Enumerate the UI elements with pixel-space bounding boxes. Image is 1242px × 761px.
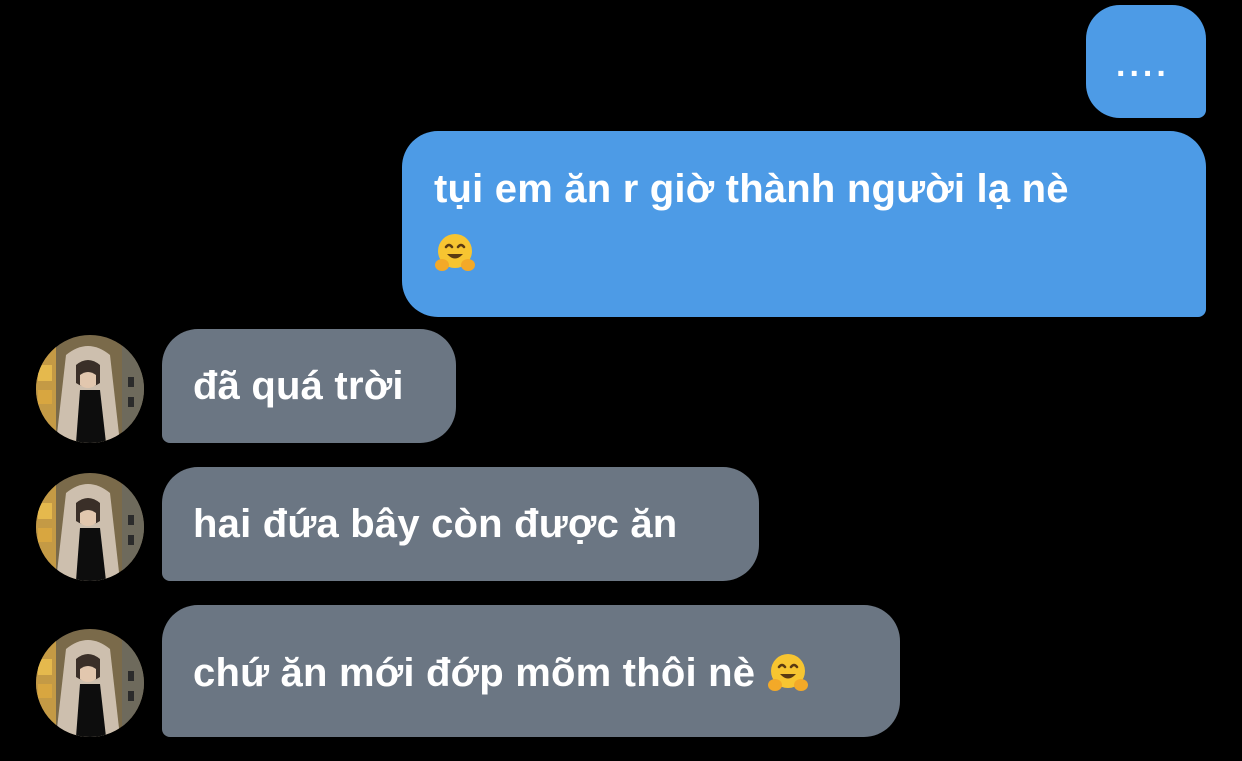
message-text: .... bbox=[1116, 46, 1170, 84]
message-bubble-sent[interactable]: tụi em ăn r giờ thành người lạ nè bbox=[402, 131, 1206, 317]
message-bubble-received[interactable]: hai đứa bây còn được ăn bbox=[162, 467, 759, 581]
person-photo-icon bbox=[36, 629, 144, 737]
person-photo-icon bbox=[36, 335, 144, 443]
message-bubble-received[interactable]: đã quá trời bbox=[162, 329, 456, 443]
hugging-face-emoji-icon bbox=[435, 234, 475, 271]
avatar[interactable] bbox=[36, 473, 144, 581]
message-text: hai đứa bây còn được ăn bbox=[193, 502, 678, 546]
message-bubble-sent[interactable]: .... bbox=[1086, 5, 1206, 118]
message-text: đã quá trời bbox=[193, 364, 404, 408]
hugging-face-emoji-icon bbox=[767, 654, 808, 691]
person-photo-icon bbox=[36, 473, 144, 581]
avatar[interactable] bbox=[36, 335, 144, 443]
avatar[interactable] bbox=[36, 629, 144, 737]
message-text: tụi em ăn r giờ thành người lạ nè bbox=[434, 167, 1069, 211]
message-text: chứ ăn mới đớp mõm thôi nè bbox=[193, 651, 756, 695]
message-bubble-received[interactable]: chứ ăn mới đớp mõm thôi nè bbox=[162, 605, 900, 737]
